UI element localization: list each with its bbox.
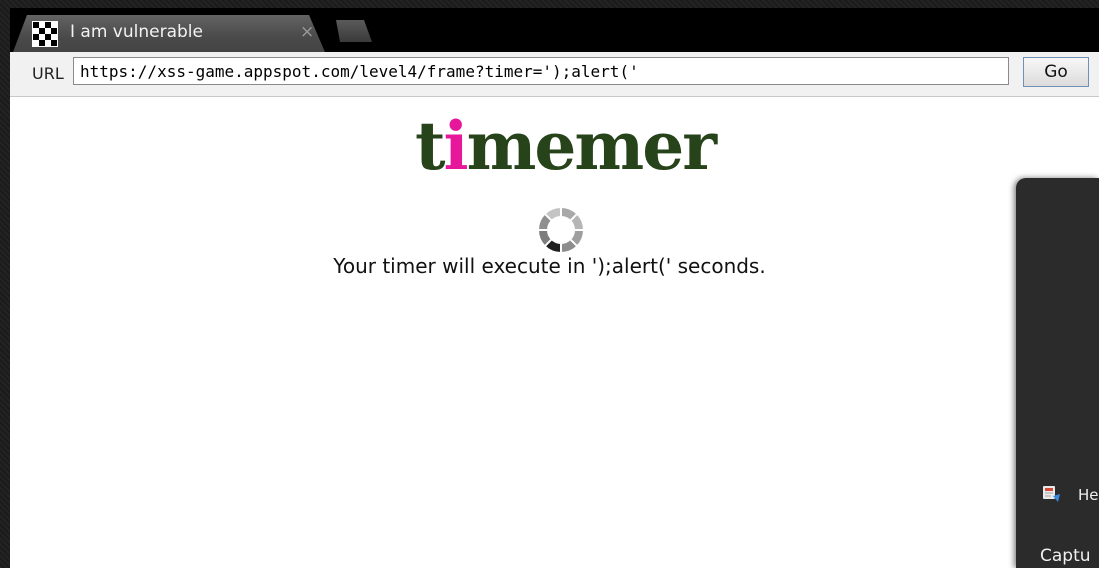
close-icon[interactable]: × xyxy=(300,22,314,42)
browser-window: I am vulnerable × URL Go timemer xyxy=(10,8,1099,568)
new-tab-button[interactable] xyxy=(336,20,372,42)
app-icon[interactable] xyxy=(1042,484,1062,504)
loading-spinner-icon xyxy=(538,207,584,253)
logo-suffix: memer xyxy=(466,107,717,185)
tab-title: I am vulnerable xyxy=(70,22,203,42)
page-content: timemer xyxy=(10,97,1099,568)
panel-item-capture[interactable]: Captu xyxy=(1040,545,1091,567)
side-panel: He Captu xyxy=(1016,178,1099,568)
logo-prefix: t xyxy=(414,107,445,185)
go-button[interactable]: Go xyxy=(1023,57,1089,87)
url-bar: URL Go xyxy=(10,52,1099,97)
timer-message: Your timer will execute in ');alert(' se… xyxy=(333,254,766,278)
url-input[interactable] xyxy=(73,57,1009,85)
logo-accent: i xyxy=(443,107,468,185)
url-label: URL xyxy=(32,64,64,83)
timemer-logo: timemer xyxy=(400,111,730,181)
checkerboard-icon xyxy=(32,21,58,47)
tab-strip: I am vulnerable × xyxy=(10,8,1099,52)
panel-item-label[interactable]: He xyxy=(1078,485,1099,505)
